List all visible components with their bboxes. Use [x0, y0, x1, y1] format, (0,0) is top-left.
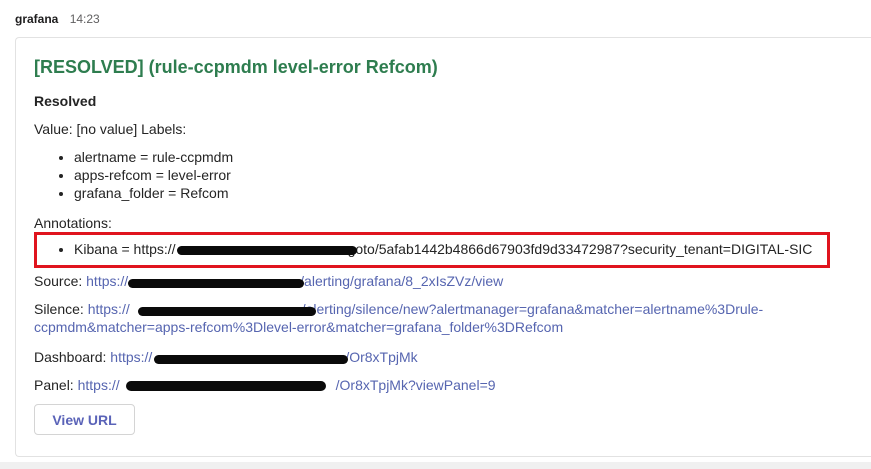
alert-title: [RESOLVED] (rule-ccpmdm level-error Refc… [34, 57, 438, 77]
redaction-mark [128, 279, 304, 288]
redaction-mark [177, 246, 357, 255]
silence-line: Silence: https:///alerting/silence/new?a… [34, 300, 824, 336]
kibana-suffix: goto/5afab1442b4866d67903fd9d33472987?se… [347, 241, 813, 257]
panel-label: Panel: [34, 377, 78, 393]
list-item: apps-refcom = level-error [74, 166, 233, 184]
dashboard-label: Dashboard: [34, 349, 111, 365]
sender-name[interactable]: grafana [15, 12, 58, 26]
redaction-mark [154, 355, 348, 364]
silence-label: Silence: [34, 301, 88, 317]
view-url-button[interactable]: View URL [34, 404, 135, 435]
annotations-heading: Annotations: [34, 215, 112, 231]
labels-list: alertname = rule-ccpmdm apps-refcom = le… [34, 148, 233, 202]
highlight-box: Kibana = https:// goto/5afab1442b4866d679… [34, 232, 830, 268]
divider [0, 462, 871, 469]
redaction-mark [126, 381, 326, 391]
alert-card: [RESOLVED] (rule-ccpmdm level-error Refc… [15, 37, 871, 457]
list-item: alertname = rule-ccpmdm [74, 148, 233, 166]
message-header: grafana 14:23 [15, 11, 100, 27]
kibana-prefix: Kibana = https:// [74, 241, 176, 257]
alert-status: Resolved [34, 93, 97, 109]
source-label: Source: [34, 273, 87, 289]
redaction-mark [138, 307, 316, 316]
value-line: Value: [no value] Labels: [34, 121, 187, 137]
list-item: grafana_folder = Refcom [74, 184, 233, 202]
message-timestamp[interactable]: 14:23 [70, 12, 100, 26]
